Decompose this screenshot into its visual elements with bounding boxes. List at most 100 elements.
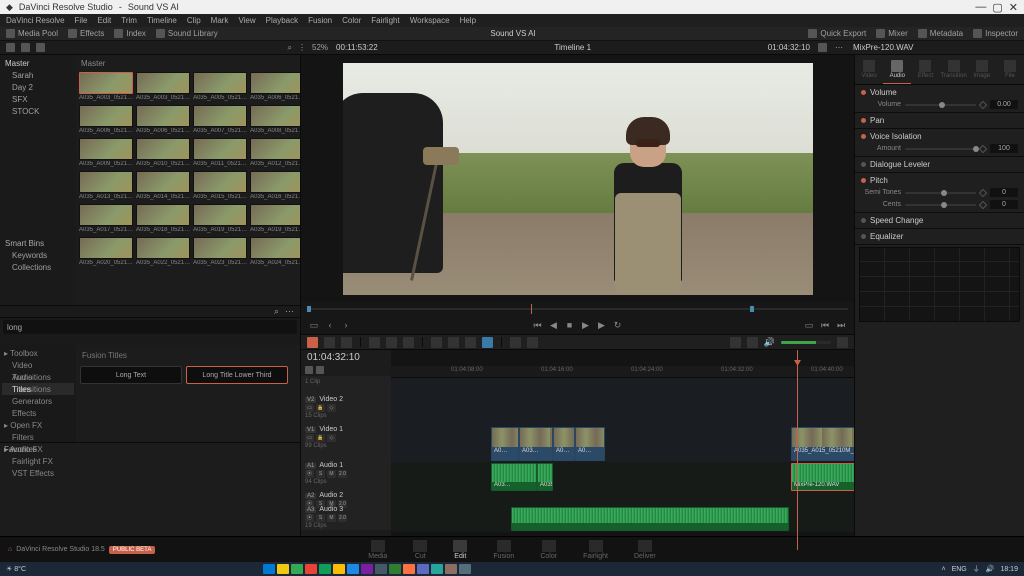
page-media[interactable]: Media: [368, 540, 387, 560]
thumb-view-icon[interactable]: [21, 43, 30, 52]
snap-icon[interactable]: [431, 337, 442, 348]
jump-first-icon[interactable]: ⏮: [533, 320, 543, 330]
timeline-clip[interactable]: A0…: [553, 427, 575, 461]
page-fairlight[interactable]: Fairlight: [583, 540, 608, 560]
bin-item[interactable]: SFX: [2, 93, 74, 105]
inspector-button[interactable]: Inspector: [973, 29, 1018, 38]
viewer-scrubber[interactable]: [301, 302, 854, 316]
timeline-clip[interactable]: A035_A0…: [537, 463, 553, 491]
page-deliver[interactable]: Deliver: [634, 540, 656, 560]
effects-button[interactable]: Effects: [68, 29, 104, 38]
menu-edit[interactable]: Edit: [97, 16, 111, 25]
media-clip-thumb[interactable]: A035_A006_0521…: [79, 105, 133, 135]
media-clip-thumb[interactable]: A035_A008_0521…: [250, 105, 300, 135]
track-header[interactable]: A1Audio 1⦿SM2.094 Clips: [301, 460, 391, 490]
zoom-level[interactable]: 52%: [312, 43, 328, 52]
inspector-tab-transition[interactable]: Transition: [940, 55, 968, 84]
menu-view[interactable]: View: [238, 16, 255, 25]
flag-icon[interactable]: [465, 337, 476, 348]
pitch-slider[interactable]: [905, 192, 976, 194]
taskbar-app-icon[interactable]: [459, 564, 471, 574]
stop-icon[interactable]: ■: [565, 320, 575, 330]
tray-lang[interactable]: ENG: [952, 566, 967, 573]
media-clip-thumb[interactable]: A035_A003_0521…: [136, 72, 190, 102]
timeline-name[interactable]: Timeline 1: [554, 43, 591, 52]
blade-tool-icon[interactable]: [341, 337, 352, 348]
fx-group[interactable]: ▸ Open FX: [2, 419, 74, 431]
insert-icon[interactable]: [369, 337, 380, 348]
marker-icon[interactable]: [482, 337, 493, 348]
media-search-icon[interactable]: ⌕: [274, 306, 279, 317]
taskbar-app-icon[interactable]: [389, 564, 401, 574]
playhead[interactable]: [797, 350, 798, 550]
media-clip-thumb[interactable]: A035_A020_0521…: [79, 237, 133, 267]
taskbar-app-icon[interactable]: [347, 564, 359, 574]
dynamic-trim-icon[interactable]: [527, 337, 538, 348]
menu-fairlight[interactable]: Fairlight: [371, 16, 399, 25]
track-lane[interactable]: [391, 378, 854, 396]
viewer-options-icon[interactable]: [818, 43, 827, 52]
timeline-clip[interactable]: A03…: [519, 427, 553, 461]
replace-icon[interactable]: [403, 337, 414, 348]
chevron-left-icon[interactable]: ‹: [325, 320, 335, 330]
bin-item[interactable]: STOCK: [2, 105, 74, 117]
media-clip-thumb[interactable]: A035_A019_0521…: [193, 204, 247, 234]
media-menu-icon[interactable]: ⋯: [285, 306, 294, 317]
step-fwd-icon[interactable]: ▶: [597, 320, 607, 330]
menu-clip[interactable]: Clip: [187, 16, 201, 25]
media-clip-thumb[interactable]: A035_A007_0521…: [193, 105, 247, 135]
page-color[interactable]: Color: [540, 540, 557, 560]
media-clip-thumb[interactable]: A035_A013_0521…: [79, 171, 133, 201]
dim-icon[interactable]: [837, 337, 848, 348]
media-clip-thumb[interactable]: A035_A005_0521…: [193, 72, 247, 102]
viewer-menu-icon[interactable]: ⋯: [835, 43, 843, 52]
taskbar-app-icon[interactable]: [291, 564, 303, 574]
insp-eq-header[interactable]: Equalizer: [861, 232, 1018, 241]
viewer-mode-icon[interactable]: ▭: [309, 320, 319, 330]
weather-widget[interactable]: ☀ 8°C: [6, 565, 26, 573]
tray-sound-icon[interactable]: 🔊: [986, 565, 995, 573]
track-header[interactable]: A3Audio 3⦿SM2.019 Clips: [301, 504, 391, 530]
menu-fusion[interactable]: Fusion: [308, 16, 332, 25]
meta-view-icon[interactable]: [36, 43, 45, 52]
fx-category[interactable]: Generators: [2, 395, 74, 407]
jump-next-icon[interactable]: ⏭: [836, 320, 846, 330]
favorites-header[interactable]: Favorites: [0, 442, 300, 454]
step-back-icon[interactable]: ◀: [549, 320, 559, 330]
media-clip-thumb[interactable]: A035_A011_0521…: [193, 138, 247, 168]
track-lane[interactable]: A0…A03…A0…A0…A035_A015_05210M_001.R3D: [391, 426, 854, 462]
sound-lib-button[interactable]: Sound Library: [156, 29, 218, 38]
media-clip-thumb[interactable]: A035_A015_0521…: [193, 171, 247, 201]
inspector-tab-effect[interactable]: Effect: [911, 55, 939, 84]
fx-category[interactable]: Effects: [2, 407, 74, 419]
media-clip-thumb[interactable]: A035_A014_0521…: [136, 171, 190, 201]
timeline-view-icon[interactable]: [730, 337, 741, 348]
insp-dialogue-header[interactable]: Dialogue Leveler: [861, 160, 1018, 169]
media-clip-thumb[interactable]: A035_A012_0521…: [250, 138, 300, 168]
inspector-tab-audio[interactable]: Audio: [883, 55, 911, 84]
fx-title-item[interactable]: Long Text: [80, 366, 182, 384]
menu-trim[interactable]: Trim: [121, 16, 137, 25]
volume-icon[interactable]: 🔊: [764, 337, 775, 348]
match-frame-icon[interactable]: ▭: [804, 320, 814, 330]
taskbar-app-icon[interactable]: [263, 564, 275, 574]
taskbar-app-icon[interactable]: [445, 564, 457, 574]
media-clip-thumb[interactable]: A035_A006_0521…: [250, 72, 300, 102]
media-clip-thumb[interactable]: A035_A016_0521…: [250, 171, 300, 201]
media-clip-thumb[interactable]: A035_A023_0521…: [193, 237, 247, 267]
track-header[interactable]: A2Audio 2⦿SM2.0: [301, 490, 391, 504]
media-clip-thumb[interactable]: A035_A018_0521…: [136, 204, 190, 234]
media-pool-button[interactable]: Media Pool: [6, 29, 58, 38]
window-close[interactable]: ✕: [1009, 1, 1018, 14]
media-clip-thumb[interactable]: A035_A010_0521…: [136, 138, 190, 168]
quick-export-button[interactable]: Quick Export: [808, 29, 866, 38]
track-header[interactable]: V1Video 1▭🔒◇99 Clips: [301, 424, 391, 460]
home-icon[interactable]: ⌂: [8, 546, 12, 553]
track-header[interactable]: 1 Clip: [301, 376, 391, 394]
timeline-timecode[interactable]: 01:04:32:10: [301, 350, 391, 366]
voice-iso-value[interactable]: 100: [990, 144, 1018, 153]
loop-icon[interactable]: ↻: [613, 320, 623, 330]
position-lock-icon[interactable]: [510, 337, 521, 348]
fx-title-item[interactable]: Long Title Lower Third: [186, 366, 288, 384]
selection-tool-icon[interactable]: [307, 337, 318, 348]
